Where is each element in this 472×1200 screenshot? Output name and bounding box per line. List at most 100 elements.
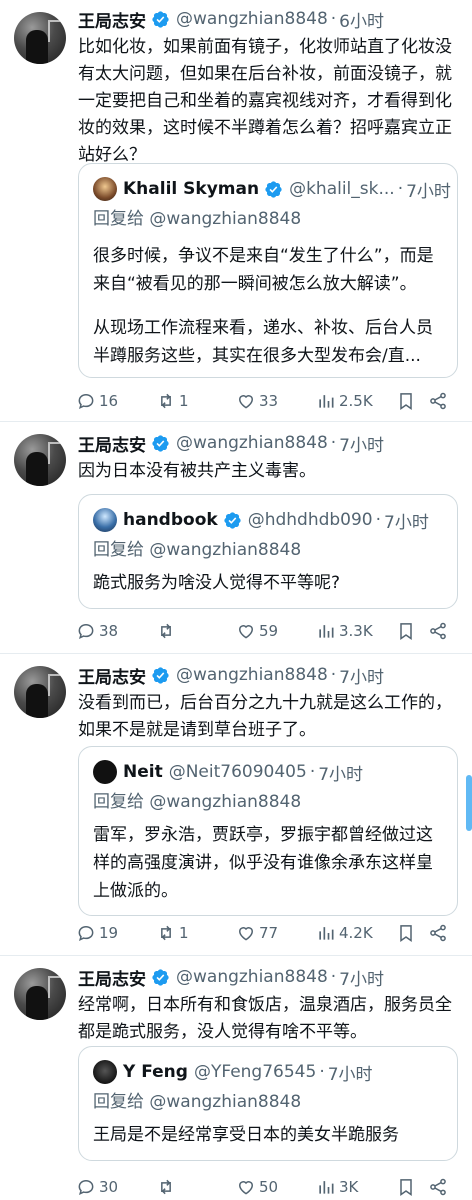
- avatar[interactable]: [14, 434, 66, 486]
- quote-timestamp[interactable]: 7小时: [406, 177, 451, 202]
- retweet-icon: [161, 393, 171, 409]
- author-handle[interactable]: @wangzhian8848: [176, 9, 328, 29]
- verified-badge-icon: [152, 968, 169, 986]
- quoted-tweet[interactable]: Neit @Neit76090405 · 7小时 回复给 @wangzhian8…: [78, 746, 458, 916]
- retweet-button[interactable]: [156, 618, 179, 644]
- reply-button[interactable]: 38: [76, 618, 118, 644]
- author-name[interactable]: 王局志安: [78, 431, 146, 456]
- share-button[interactable]: [428, 1174, 448, 1200]
- tweet-header: 王局志安 @wangzhian8848 · 7小时: [78, 662, 384, 688]
- verified-badge-icon: [152, 10, 169, 28]
- quote-text: 跪式服务为啥没人觉得不平等呢?: [93, 573, 341, 593]
- like-icon: [238, 1181, 254, 1195]
- retweet-icon: [161, 1179, 171, 1195]
- avatar[interactable]: [14, 666, 66, 718]
- quote-author-handle[interactable]: @Neit76090405: [169, 762, 307, 782]
- reply-icon: [78, 1179, 94, 1196]
- bookmark-button[interactable]: [396, 388, 416, 414]
- author-name[interactable]: 王局志安: [78, 7, 146, 32]
- share-button[interactable]: [428, 920, 448, 946]
- scrollbar[interactable]: [466, 775, 472, 831]
- timestamp[interactable]: 6小时: [339, 7, 384, 32]
- like-button[interactable]: 33: [236, 388, 278, 414]
- retweet-button[interactable]: [156, 1174, 179, 1200]
- author-handle[interactable]: @wangzhian8848: [176, 433, 328, 453]
- avatar[interactable]: [14, 968, 66, 1020]
- bookmark-button[interactable]: [396, 1174, 416, 1200]
- quote-timestamp[interactable]: 7小时: [384, 508, 429, 533]
- views-icon: [319, 1181, 334, 1194]
- timestamp[interactable]: 7小时: [339, 431, 384, 456]
- quote-timestamp[interactable]: 7小时: [318, 760, 363, 785]
- tweet[interactable]: 王局志安 @wangzhian8848 · 7小时 因为日本没有被共产主义毒害。…: [0, 422, 472, 654]
- views-icon: [319, 625, 334, 638]
- share-button[interactable]: [428, 388, 448, 414]
- share-icon: [430, 924, 446, 942]
- quote-author-handle[interactable]: @YFeng76545: [194, 1062, 316, 1082]
- reply-icon: [78, 623, 94, 640]
- quote-author-name[interactable]: Khalil Skyman: [123, 179, 259, 199]
- reply-count: 16: [99, 392, 119, 410]
- views-count: 3K: [339, 1178, 359, 1196]
- views-button[interactable]: 3K: [316, 1174, 358, 1200]
- action-bar: 16 1 33 2.5K: [76, 388, 456, 414]
- quoted-tweet[interactable]: Y Feng @YFeng76545 · 7小时 回复给 @wangzhian8…: [78, 1046, 458, 1161]
- share-icon: [430, 1178, 446, 1196]
- author-name[interactable]: 王局志安: [78, 663, 146, 688]
- quote-text: 从现场工作流程来看，递水、补妆、后台人员半蹲服务这些，其实在很多大型发布会/直.…: [93, 318, 433, 366]
- author-handle[interactable]: @wangzhian8848: [176, 967, 328, 987]
- quote-author-name[interactable]: handbook: [123, 510, 218, 530]
- quote-author-handle[interactable]: @khalil_sk...: [289, 179, 395, 199]
- reply-to-label: 回复给 @wangzhian8848: [93, 1092, 302, 1112]
- tweet[interactable]: 王局志安 @wangzhian8848 · 7小时 没看到而已，后台百分之九十九…: [0, 654, 472, 956]
- like-icon: [238, 395, 254, 409]
- tweet-text: 经常啊，日本所有和食饭店，温泉酒店，服务员全都是跪式服务，没人觉得有啥不平等。: [78, 995, 452, 1042]
- avatar[interactable]: [14, 12, 66, 64]
- quote-author-name[interactable]: Y Feng: [123, 1062, 188, 1082]
- reply-button[interactable]: 16: [76, 388, 118, 414]
- bookmark-button[interactable]: [396, 920, 416, 946]
- views-count: 3.3K: [339, 622, 373, 640]
- quote-text: 雷军，罗永浩，贾跃亭，罗振宇都曾经做过这样的高强度演讲，似乎没有谁像余承东这样皇…: [93, 825, 433, 901]
- share-button[interactable]: [428, 618, 448, 644]
- retweet-button[interactable]: 1: [156, 920, 189, 946]
- reply-button[interactable]: 30: [76, 1174, 118, 1200]
- quote-timestamp[interactable]: 7小时: [328, 1060, 373, 1085]
- views-button[interactable]: 4.2K: [316, 920, 373, 946]
- like-button[interactable]: 59: [236, 618, 278, 644]
- like-button[interactable]: 50: [236, 1174, 278, 1200]
- author-name[interactable]: 王局志安: [78, 965, 146, 990]
- quote-author-handle[interactable]: @hdhdhdb090: [248, 510, 373, 530]
- quoted-tweet[interactable]: Khalil Skyman @khalil_sk... · 7小时 回复给 @w…: [78, 163, 458, 378]
- retweet-button[interactable]: 1: [156, 388, 189, 414]
- timestamp[interactable]: 7小时: [339, 965, 384, 990]
- author-handle[interactable]: @wangzhian8848: [176, 665, 328, 685]
- retweet-icon: [161, 623, 171, 639]
- reply-icon: [78, 925, 94, 942]
- quote-author-name[interactable]: Neit: [123, 762, 163, 782]
- views-icon: [319, 395, 334, 408]
- tweet-text: 因为日本没有被共产主义毒害。: [78, 461, 316, 481]
- reply-button[interactable]: 19: [76, 920, 118, 946]
- views-button[interactable]: 3.3K: [316, 618, 373, 644]
- separator-dot: ·: [319, 1062, 325, 1082]
- bookmark-button[interactable]: [396, 618, 416, 644]
- views-button[interactable]: 2.5K: [316, 388, 373, 414]
- separator-dot: ·: [309, 762, 316, 782]
- timestamp[interactable]: 7小时: [339, 663, 384, 688]
- views-icon: [319, 927, 334, 940]
- quote-avatar: [93, 1060, 117, 1084]
- quoted-tweet[interactable]: handbook @hdhdhdb090 · 7小时 回复给 @wangzhia…: [78, 494, 458, 609]
- tweet-text: 比如化妆，如果前面有镜子，化妆师站直了化妆没有太大问题，但如果在后台补妆，前面没…: [78, 37, 452, 165]
- reply-to-label: 回复给 @wangzhian8848: [93, 792, 302, 812]
- retweet-icon: [161, 925, 171, 941]
- like-count: 59: [259, 622, 279, 640]
- reply-count: 19: [99, 924, 119, 942]
- like-button[interactable]: 77: [236, 920, 278, 946]
- quote-avatar: [93, 760, 117, 784]
- tweet[interactable]: 王局志安 @wangzhian8848 · 6小时 比如化妆，如果前面有镜子，化…: [0, 0, 472, 422]
- action-bar: 38 59 3.3K: [76, 618, 456, 644]
- quote-text: 王局是不是经常享受日本的美女半跪服务: [93, 1125, 399, 1145]
- tweet[interactable]: 王局志安 @wangzhian8848 · 7小时 经常啊，日本所有和食饭店，温…: [0, 956, 472, 1200]
- verified-badge-icon: [224, 511, 241, 529]
